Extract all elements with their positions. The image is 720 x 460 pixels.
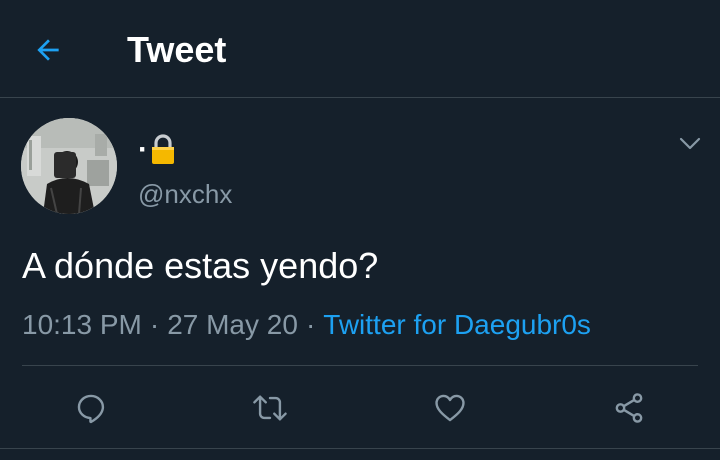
page-title: Tweet [127,29,227,70]
retweet-button[interactable] [250,388,290,428]
share-icon [615,393,643,423]
top-app-bar: Tweet [0,0,720,98]
avatar[interactable] [21,118,117,214]
lock-icon [152,134,174,164]
share-button[interactable] [609,388,649,428]
author-display-name: · [138,133,148,166]
tweet-text: A dónde estas yendo? [22,245,379,286]
tweet-options-button[interactable] [676,130,704,158]
tweet-detail-screen: Tweet · @nxchx A dónde estas yendo? 10:1… [0,0,720,460]
reply-icon [77,394,105,424]
tweet-meta: 10:13 PM · 27 May 20 · Twitter for Daegubr0s [22,308,591,342]
meta-separator: · [149,309,160,340]
tweet-source-link[interactable]: Twitter for Daegubr0s [323,309,591,340]
avatar-photo [21,118,117,214]
chevron-down-icon [679,137,701,150]
divider [22,365,698,366]
like-button[interactable] [430,388,470,428]
meta-separator: · [305,309,316,340]
tweet-action-bar [0,372,720,442]
arrow-left-icon [37,39,59,61]
tweet-time[interactable]: 10:13 PM [22,309,142,340]
reply-button[interactable] [71,388,111,428]
heart-icon [435,394,465,422]
author-handle[interactable]: @nxchx [138,178,232,210]
divider [0,448,720,449]
retweet-icon [253,395,287,421]
author-name-row[interactable]: · [138,130,176,170]
tweet-date[interactable]: 27 May 20 [167,309,298,340]
back-button[interactable] [28,30,68,70]
